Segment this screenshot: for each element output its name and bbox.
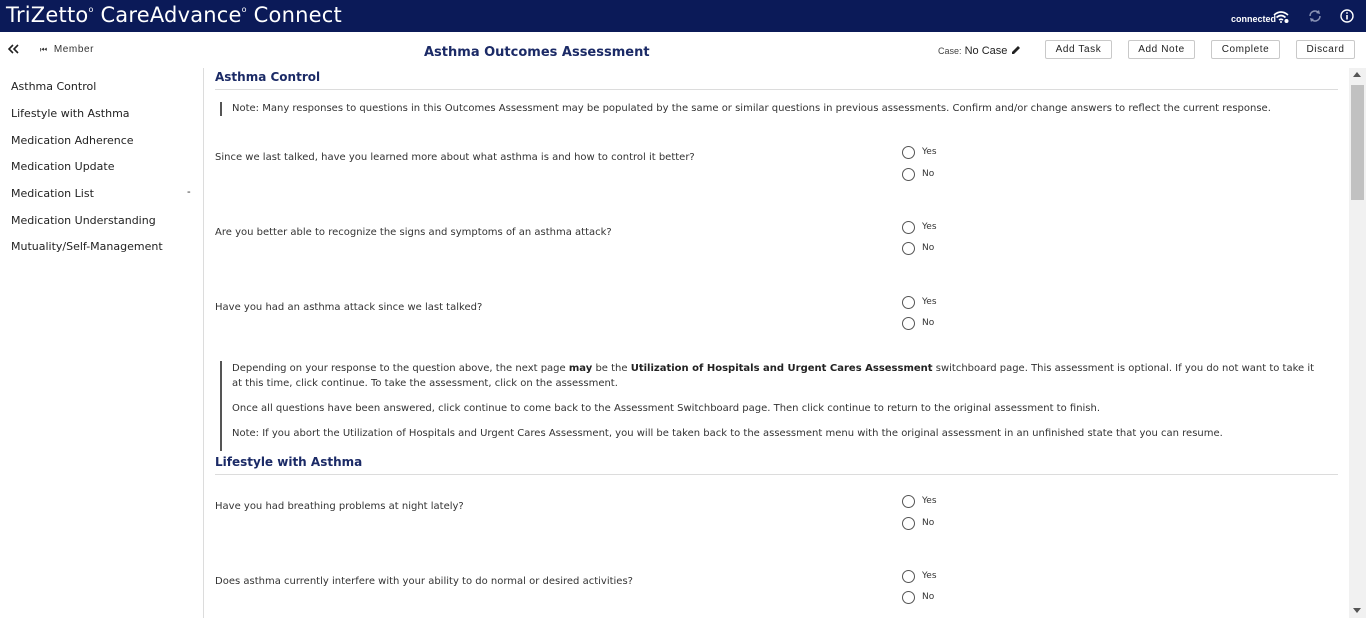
radio-label: Yes bbox=[922, 571, 937, 581]
complete-button[interactable]: Complete bbox=[1211, 40, 1280, 59]
radio-no[interactable] bbox=[902, 591, 915, 604]
question-text: Since we last talked, have you learned m… bbox=[215, 152, 695, 163]
question-text: Are you better able to recognize the sig… bbox=[215, 227, 612, 238]
radio-yes[interactable] bbox=[902, 146, 915, 159]
product-suffix: Connect bbox=[253, 3, 342, 27]
case-value: No Case bbox=[964, 45, 1008, 57]
radio-yes[interactable] bbox=[902, 495, 915, 508]
section-title-asthma-control: Asthma Control bbox=[215, 70, 321, 84]
sidebar-item-medication-update[interactable]: Medication Update bbox=[11, 160, 115, 173]
add-task-button[interactable]: Add Task bbox=[1045, 40, 1112, 59]
vertical-scrollbar[interactable] bbox=[1349, 68, 1366, 618]
info-block: Depending on your response to the questi… bbox=[220, 361, 1320, 451]
sidebar-item-asthma-control[interactable]: Asthma Control bbox=[11, 80, 96, 93]
assessment-content: Asthma Control Note: Many responses to q… bbox=[205, 68, 1349, 618]
radio-no[interactable] bbox=[902, 317, 915, 330]
scroll-thumb[interactable] bbox=[1351, 85, 1364, 200]
member-link[interactable]: ⏮ Member bbox=[40, 44, 94, 55]
radio-label: No bbox=[922, 318, 935, 328]
info-paragraph: Depending on your response to the questi… bbox=[232, 363, 1315, 389]
radio-label: Yes bbox=[922, 496, 937, 506]
scroll-down-icon[interactable] bbox=[1353, 608, 1361, 613]
sidebar-item-medication-adherence[interactable]: Medication Adherence bbox=[11, 134, 134, 147]
sidebar-item-medication-list[interactable]: Medication List bbox=[11, 187, 94, 200]
radio-label: No bbox=[922, 592, 935, 602]
radio-yes[interactable] bbox=[902, 221, 915, 234]
page-title: Asthma Outcomes Assessment bbox=[424, 45, 650, 60]
info-icon[interactable] bbox=[1340, 9, 1354, 28]
case-info: Case: No Case bbox=[938, 45, 1007, 57]
section-divider bbox=[215, 89, 1338, 90]
question-text: Have you had an asthma attack since we l… bbox=[215, 302, 483, 313]
connection-status: connected bbox=[1231, 14, 1277, 24]
case-label: Case: bbox=[938, 46, 962, 56]
sidebar-item-lifestyle[interactable]: Lifestyle with Asthma bbox=[11, 107, 130, 120]
sync-icon[interactable] bbox=[1308, 9, 1322, 28]
double-chevron-left-icon[interactable] bbox=[7, 41, 20, 57]
product-name: CareAdvance bbox=[100, 3, 242, 27]
sidebar-item-mutuality[interactable]: Mutuality/Self-Management bbox=[11, 240, 163, 253]
brand-name: TriZetto bbox=[6, 3, 89, 27]
radio-yes[interactable] bbox=[902, 296, 915, 309]
radio-label: Yes bbox=[922, 297, 937, 307]
sidebar-item-medication-understanding[interactable]: Medication Understanding bbox=[11, 214, 156, 227]
page-toolbar: ⏮ Member Asthma Outcomes Assessment Case:… bbox=[0, 32, 1366, 68]
discard-button[interactable]: Discard bbox=[1296, 40, 1355, 59]
question-text: Does asthma currently interfere with you… bbox=[215, 576, 633, 587]
wifi-icon bbox=[1273, 10, 1289, 28]
info-paragraph: Note: If you abort the Utilization of Ho… bbox=[232, 428, 1223, 439]
radio-label: No bbox=[922, 518, 935, 528]
radio-no[interactable] bbox=[902, 242, 915, 255]
add-note-button[interactable]: Add Note bbox=[1128, 40, 1195, 59]
skip-back-icon: ⏮ bbox=[40, 45, 48, 54]
radio-no[interactable] bbox=[902, 168, 915, 181]
section-divider bbox=[215, 474, 1338, 475]
radio-yes[interactable] bbox=[902, 570, 915, 583]
radio-no[interactable] bbox=[902, 517, 915, 530]
info-paragraph: Once all questions have been answered, c… bbox=[232, 403, 1101, 414]
app-header: TriZettoo CareAdvanceo Connect connected bbox=[0, 0, 1366, 32]
scroll-up-icon[interactable] bbox=[1353, 72, 1361, 77]
note-text: Note: Many responses to questions in thi… bbox=[220, 102, 1320, 116]
radio-label: Yes bbox=[922, 147, 937, 157]
question-text: Have you had breathing problems at night… bbox=[215, 501, 464, 512]
collapse-toggle[interactable]: - bbox=[187, 186, 191, 198]
member-label: Member bbox=[53, 44, 95, 55]
edit-case-icon[interactable] bbox=[1010, 43, 1022, 61]
radio-label: No bbox=[922, 243, 935, 253]
section-title-lifestyle: Lifestyle with Asthma bbox=[215, 455, 363, 469]
sidebar: Asthma Control Lifestyle with Asthma Med… bbox=[0, 68, 204, 618]
radio-label: Yes bbox=[922, 222, 937, 232]
app-logo: TriZettoo CareAdvanceo Connect bbox=[6, 3, 342, 27]
radio-label: No bbox=[922, 169, 935, 179]
